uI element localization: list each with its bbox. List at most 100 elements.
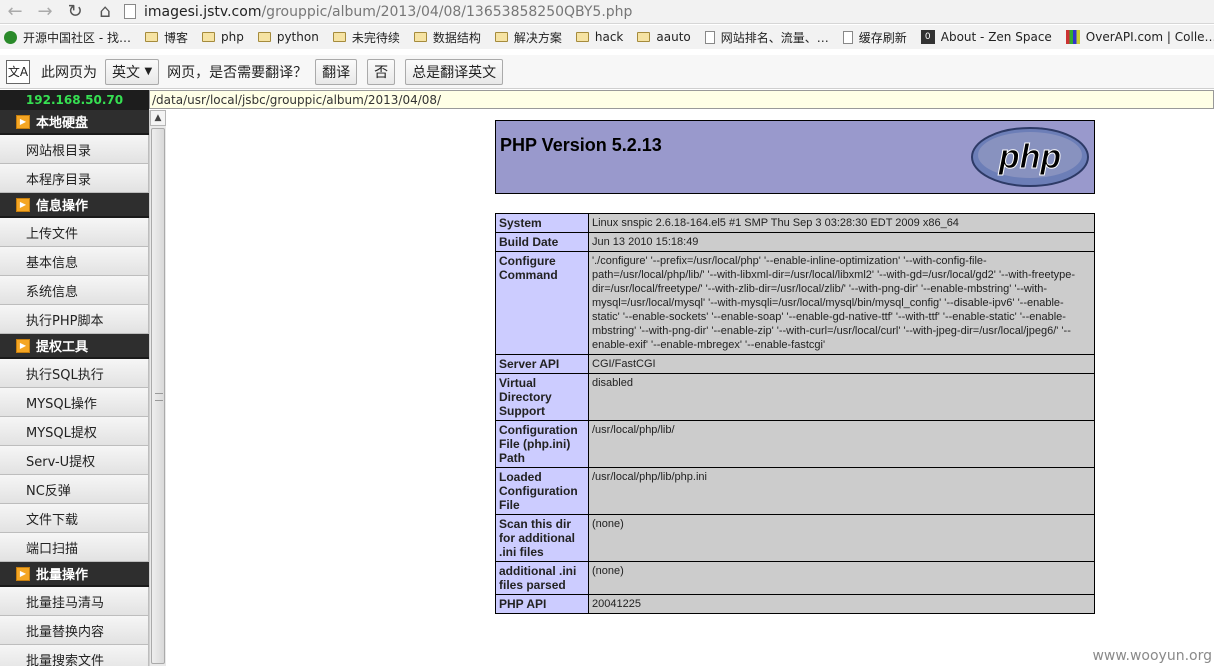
sidebar-item[interactable]: 本程序目录	[0, 164, 149, 193]
sidebar-label: 批量替换内容	[26, 624, 105, 640]
bookmark-label: 网站排名、流量、…	[720, 30, 829, 45]
phpinfo-value: /usr/local/php/lib/php.ini	[588, 467, 1095, 515]
sidebar-label: 本程序目录	[26, 172, 92, 188]
phpinfo-value: Linux snspic 2.6.18-164.el5 #1 SMP Thu S…	[588, 213, 1095, 233]
folder-icon	[144, 32, 158, 42]
site-icon	[4, 30, 17, 44]
url-field[interactable]: imagesi.jstv.com/grouppic/album/2013/04/…	[124, 1, 632, 23]
php-logo-text: php	[998, 138, 1061, 176]
phpinfo-row: Build Date Jun 13 2010 15:18:49	[495, 232, 1095, 252]
forward-icon[interactable]: →	[30, 0, 60, 24]
home-icon[interactable]: ⌂	[90, 0, 120, 24]
language-select[interactable]: 英文 ▼	[105, 58, 160, 85]
bookmark-label: 开源中国社区 - 找…	[23, 30, 131, 45]
bookmark-item[interactable]: aauto	[637, 30, 691, 44]
bookmark-item[interactable]: 缓存刷新	[842, 29, 907, 46]
bookmark-label: 数据结构	[432, 30, 481, 45]
sidebar-section: ▶ 提权工具	[0, 334, 149, 359]
folder-icon	[201, 32, 215, 42]
reload-icon[interactable]: ↻	[60, 0, 90, 24]
sidebar-item[interactable]: 执行SQL执行	[0, 359, 149, 388]
sidebar-label: 批量操作	[36, 568, 89, 583]
bookmark-label: python	[276, 30, 319, 44]
phpinfo-value: Jun 13 2010 15:18:49	[588, 232, 1095, 252]
phpinfo-key: System	[495, 213, 589, 233]
bookmark-item[interactable]: 未完待续	[332, 29, 400, 46]
bookmark-label: About - Zen Space	[940, 30, 1052, 44]
sidebar-label: 基本信息	[26, 255, 79, 271]
page-icon	[124, 4, 136, 19]
translate-button[interactable]: 翻译	[315, 58, 358, 85]
phpinfo-value: disabled	[588, 373, 1095, 421]
sidebar-item[interactable]: NC反弹	[0, 475, 149, 504]
url-path: /grouppic/album/2013/04/08/13653858250QB…	[261, 3, 633, 20]
sidebar-item[interactable]: 批量挂马清马	[0, 587, 149, 616]
phpinfo-value: /usr/local/php/lib/	[588, 420, 1095, 468]
overapi-icon	[1065, 30, 1080, 44]
always-translate-button[interactable]: 总是翻译英文	[405, 58, 504, 85]
phpinfo-key: additional .ini files parsed	[495, 561, 589, 595]
folder-icon	[413, 32, 427, 42]
phpinfo-row: Configuration File (php.ini) Path/usr/lo…	[495, 420, 1095, 468]
phpinfo-key: PHP API	[495, 594, 589, 614]
sidebar-label: 信息操作	[36, 199, 89, 214]
phpinfo-value: (none)	[588, 514, 1095, 562]
section-arrow-icon: ▶	[16, 566, 30, 581]
sidebar-section: ▶ 本地硬盘	[0, 110, 149, 135]
bookmark-item[interactable]: 0 About - Zen Space	[920, 30, 1052, 44]
phpinfo-key: Server API	[495, 354, 589, 374]
bookmarks-bar: 开源中国社区 - 找… 博客 php python 未完待续 数据结构 解决方案 hack aa…	[0, 25, 1214, 49]
sidebar-item[interactable]: 上传文件	[0, 218, 149, 247]
section-arrow-icon: ▶	[16, 197, 30, 212]
page-icon	[842, 30, 853, 44]
sidebar-item[interactable]: 系统信息	[0, 276, 149, 305]
phpinfo-value: './configure' '--prefix=/usr/local/php' …	[588, 251, 1095, 355]
no-translate-button[interactable]: 否	[367, 58, 396, 85]
sidebar-item[interactable]: MYSQL提权	[0, 417, 149, 446]
sidebar-item[interactable]: 网站根目录	[0, 135, 149, 164]
translate-bar: 文A 此网页为 英文 ▼ 网页，是否需要翻译？ 翻译 否 总是翻译英文	[0, 55, 1214, 89]
phpinfo-row: Virtual Directory Support disabled	[495, 373, 1095, 421]
phpinfo-row: Server API CGI/FastCGI	[495, 354, 1095, 374]
bookmark-item[interactable]: php	[201, 30, 244, 44]
phpinfo-value: 20041225	[588, 594, 1095, 614]
sidebar-item[interactable]: 端口扫描	[0, 533, 149, 562]
sidebar-item[interactable]: 基本信息	[0, 247, 149, 276]
server-ip: 192.168.50.70	[0, 90, 149, 110]
phpinfo-frame: PHP Version 5.2.13 php System Linux snspi…	[166, 110, 1214, 666]
bookmark-item[interactable]: python	[257, 30, 319, 44]
sidebar-item[interactable]: MYSQL操作	[0, 388, 149, 417]
bookmark-label: php	[220, 30, 244, 44]
sidebar-item[interactable]: 批量搜索文件	[0, 645, 149, 666]
phpinfo-row: PHP API 20041225	[495, 594, 1095, 614]
bookmark-item[interactable]: 开源中国社区 - 找…	[4, 29, 131, 46]
bookmark-item[interactable]: 数据结构	[413, 29, 481, 46]
phpinfo-key: Scan this dir for additional .ini files	[495, 514, 589, 562]
sidebar-scrollbar[interactable]: ▲	[149, 110, 166, 666]
sidebar-label: 文件下载	[26, 512, 79, 528]
bookmark-item[interactable]: OverAPI.com | Colle…	[1065, 30, 1214, 44]
grip-icon	[155, 393, 163, 401]
scroll-thumb[interactable]	[151, 128, 165, 664]
bookmark-label: hack	[594, 30, 624, 44]
folder-icon	[575, 32, 589, 42]
bookmark-item[interactable]: hack	[575, 30, 624, 44]
phpinfo-key: Configure Command	[495, 251, 589, 355]
sidebar-item[interactable]: 文件下载	[0, 504, 149, 533]
current-dir-field[interactable]: /data/usr/local/jsbc/grouppic/album/2013…	[149, 90, 1214, 109]
bookmark-item[interactable]: 博客	[144, 29, 188, 46]
section-arrow-icon: ▶	[16, 338, 30, 353]
bookmark-item[interactable]: 网站排名、流量、…	[704, 29, 829, 46]
scroll-up-icon[interactable]: ▲	[150, 110, 166, 126]
sidebar-item[interactable]: Serv-U提权	[0, 446, 149, 475]
sidebar-item[interactable]: 批量替换内容	[0, 616, 149, 645]
bookmark-label: 博客	[163, 30, 188, 45]
sidebar-label: 提权工具	[36, 340, 89, 355]
language-label: 英文	[112, 64, 140, 81]
sidebar-label: 网站根目录	[26, 143, 92, 159]
chevron-down-icon: ▼	[144, 66, 153, 77]
folder-icon	[637, 32, 651, 42]
bookmark-item[interactable]: 解决方案	[494, 29, 562, 46]
sidebar-item[interactable]: 执行PHP脚本	[0, 305, 149, 334]
back-icon[interactable]: ←	[0, 0, 30, 24]
